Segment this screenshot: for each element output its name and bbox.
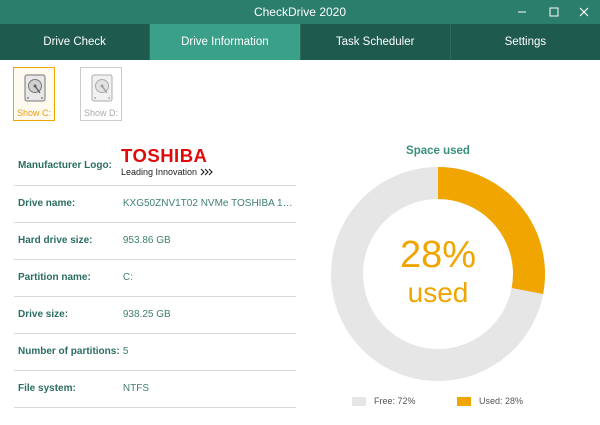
info-value: C: xyxy=(122,272,133,283)
drive-size-row: Drive size: 938.25 GB xyxy=(14,296,296,334)
info-value: 5 xyxy=(122,346,129,357)
legend-free-swatch xyxy=(352,396,366,406)
legend-free-label: Free: 72% xyxy=(374,396,416,406)
info-value: KXG50ZNV1T02 NVMe TOSHIBA 102... xyxy=(122,198,296,209)
partition-name-row: Partition name: C: xyxy=(14,259,296,297)
info-label: Number of partitions: xyxy=(18,346,120,357)
hard-drive-icon xyxy=(24,74,46,102)
used-word-text: used xyxy=(407,277,469,308)
logo-tagline-row: Leading Innovation xyxy=(121,167,231,177)
show-c-label: Show C: xyxy=(16,108,51,118)
tab-drive-information[interactable]: Drive Information xyxy=(150,24,301,60)
hard-drive-icon xyxy=(91,74,113,102)
close-icon xyxy=(579,7,589,17)
tab-drive-check[interactable]: Drive Check xyxy=(0,24,151,60)
legend-used-label: Used: 28% xyxy=(479,396,524,406)
info-value: NTFS xyxy=(122,383,149,394)
maximize-icon xyxy=(549,7,559,17)
main-tabs: Drive Check Drive Information Task Sched… xyxy=(0,24,600,60)
show-d-label: Show D: xyxy=(83,108,118,118)
legend-used: Used: 28% xyxy=(457,396,523,406)
minimize-icon xyxy=(518,11,526,13)
close-button[interactable] xyxy=(573,2,595,22)
file-system-row: File system: NTFS xyxy=(14,370,296,408)
minimize-button[interactable] xyxy=(511,2,533,22)
legend-used-swatch xyxy=(457,396,471,406)
tab-task-scheduler[interactable]: Task Scheduler xyxy=(301,24,451,60)
space-used-title: Space used xyxy=(406,145,470,157)
title-bar: CheckDrive 2020 xyxy=(0,0,600,24)
info-label: File system: xyxy=(18,383,76,394)
used-percent-text: 28% xyxy=(399,234,477,276)
chevrons-icon xyxy=(200,168,213,176)
info-label: Partition name: xyxy=(18,272,91,283)
info-value: 938.25 GB xyxy=(122,309,171,320)
toshiba-logo: TOSHIBA Leading Innovation xyxy=(121,145,231,179)
show-d-drive-button[interactable]: Show D: xyxy=(80,67,122,121)
manufacturer-logo-label: Manufacturer Logo: xyxy=(18,159,112,171)
info-label: Hard drive size: xyxy=(18,235,93,246)
drive-name-row: Drive name: KXG50ZNV1T02 NVMe TOSHIBA 10… xyxy=(14,185,296,223)
info-value: 953.86 GB xyxy=(122,235,171,246)
hard-drive-size-row: Hard drive size: 953.86 GB xyxy=(14,222,296,260)
tab-settings[interactable]: Settings xyxy=(451,24,600,60)
show-c-drive-button[interactable]: Show C: xyxy=(13,67,55,121)
maximize-button[interactable] xyxy=(543,2,565,22)
legend-free: Free: 72% xyxy=(352,396,416,406)
info-label: Drive name: xyxy=(18,198,76,209)
window-title: CheckDrive 2020 xyxy=(253,5,347,19)
info-label: Drive size: xyxy=(18,309,69,320)
number-of-partitions-row: Number of partitions: 5 xyxy=(14,333,296,371)
logo-tagline: Leading Innovation xyxy=(121,167,198,177)
logo-brand: TOSHIBA xyxy=(121,145,208,166)
